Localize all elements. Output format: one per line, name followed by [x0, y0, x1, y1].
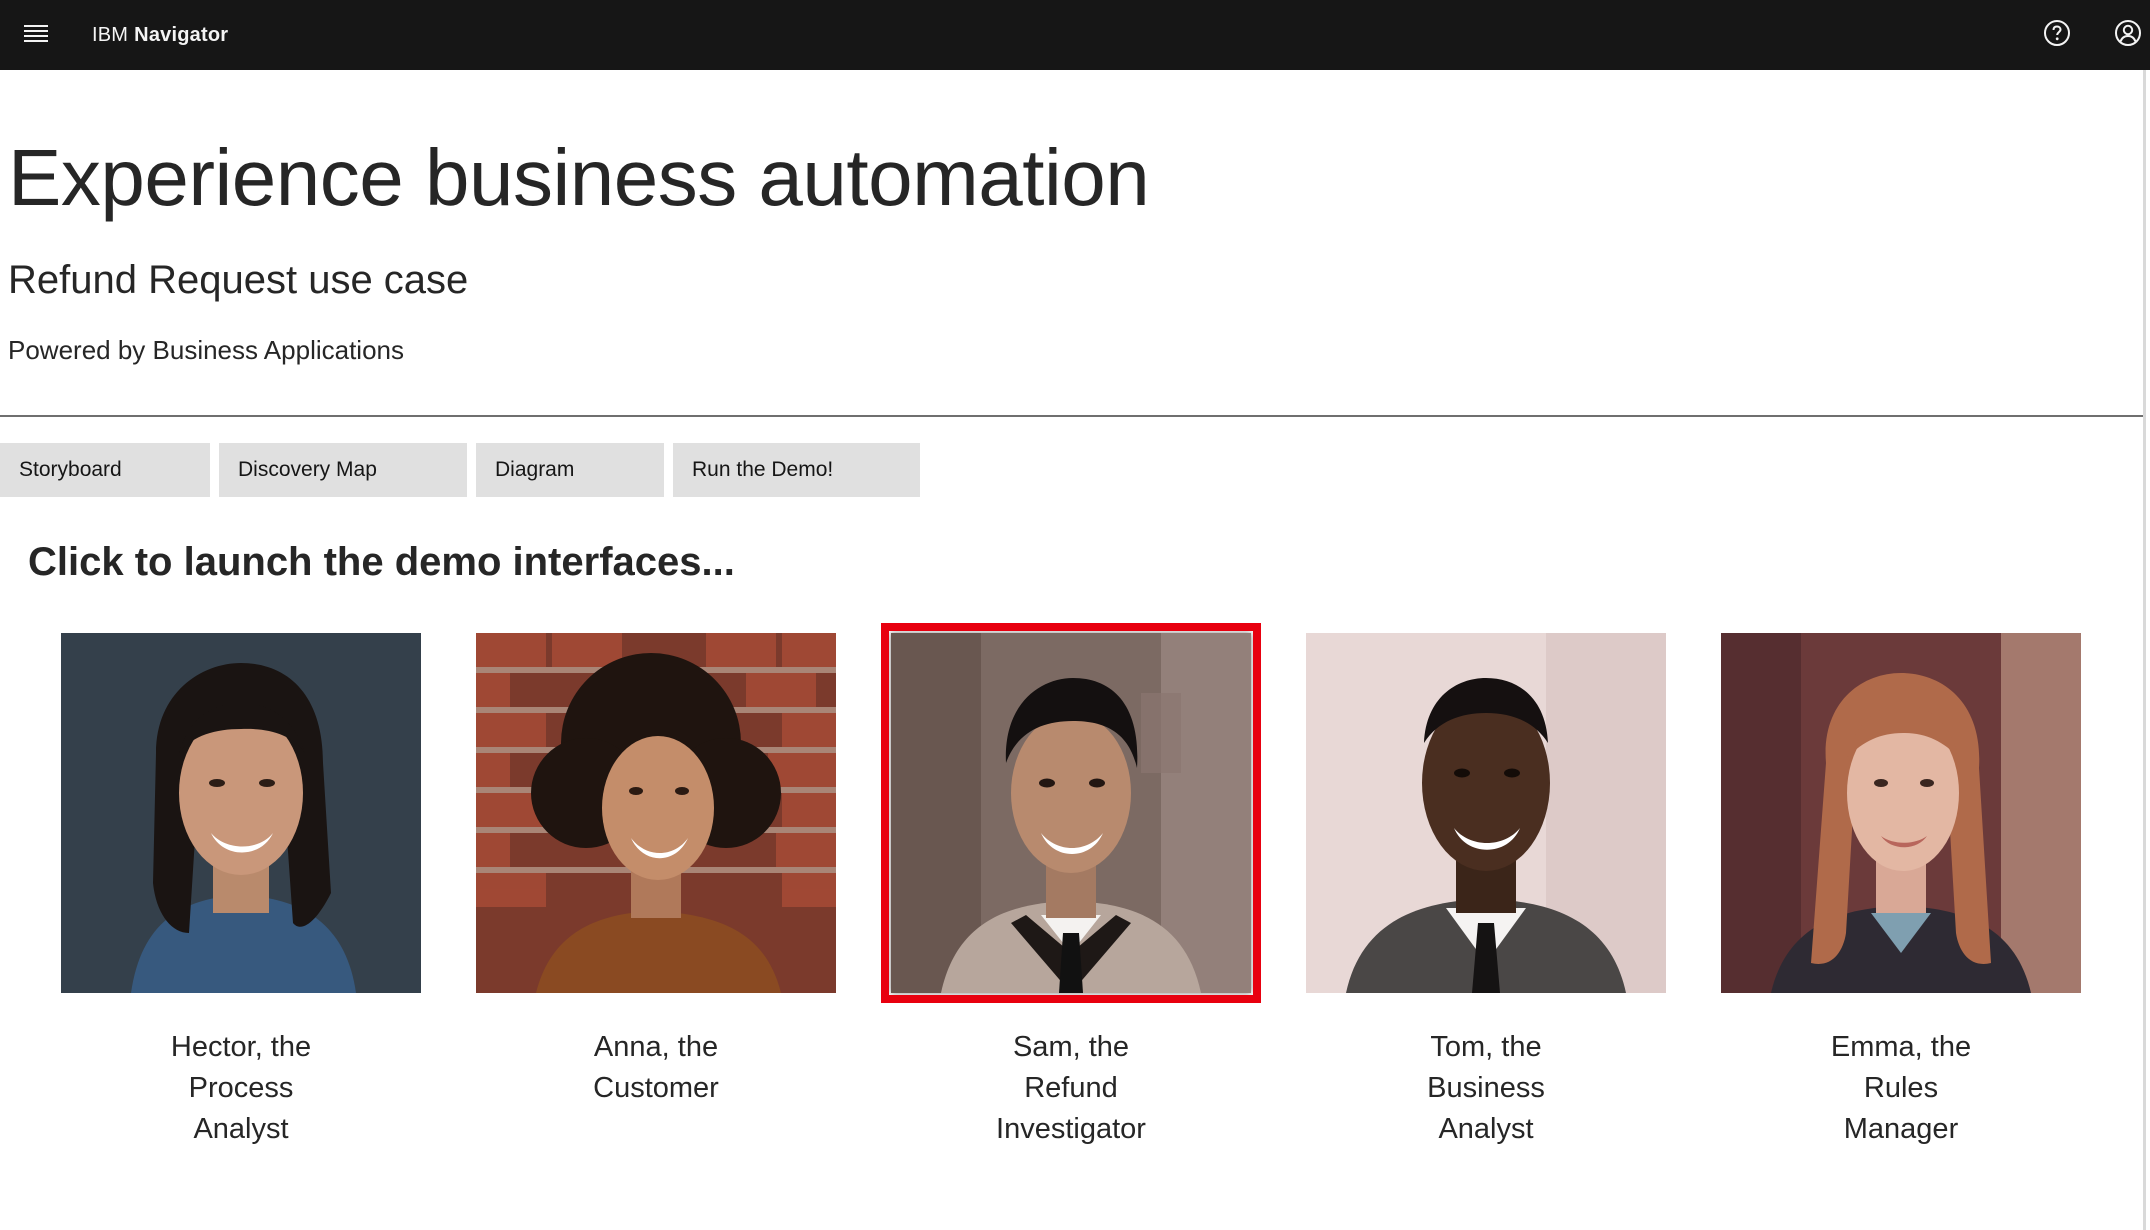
caption-line: Business — [1427, 1072, 1545, 1104]
page-subtitle: Refund Request use case — [8, 258, 469, 302]
brand-prefix: IBM — [92, 23, 129, 46]
user-icon — [2114, 19, 2142, 52]
caption-line: Emma, the — [1830, 1031, 1972, 1063]
user-profile-button[interactable] — [2108, 15, 2148, 55]
powered-by-text: Powered by Business Applications — [8, 335, 405, 365]
tab-discovery-map[interactable]: Discovery Map — [219, 443, 467, 497]
help-button[interactable] — [2037, 15, 2077, 55]
caption-line: Anna, the — [593, 1031, 719, 1063]
persona-hector[interactable]: Hector, the Process Analyst — [61, 633, 421, 1150]
portrait-anna[interactable] — [476, 633, 836, 993]
caption-line: Analyst — [193, 1113, 289, 1145]
portrait-sam[interactable] — [891, 633, 1251, 993]
page-scrollbar[interactable] — [2143, 70, 2146, 1230]
persona-tom[interactable]: Tom, the Business Analyst — [1306, 633, 1666, 1150]
persona-caption: Sam, the Refund Investigator — [891, 1027, 1251, 1150]
portrait-hector[interactable] — [61, 633, 421, 993]
caption-line: Process — [188, 1072, 294, 1104]
tab-storyboard[interactable]: Storyboard — [0, 443, 210, 497]
brand-name[interactable]: IBM Navigator — [92, 0, 228, 70]
menu-button[interactable] — [16, 15, 56, 55]
caption-line: Customer — [593, 1072, 719, 1104]
persona-caption: Tom, the Business Analyst — [1306, 1027, 1666, 1150]
caption-line: Refund — [1024, 1072, 1118, 1104]
persona-emma[interactable]: Emma, the Rules Manager — [1721, 633, 2081, 1150]
caption-line: Manager — [1843, 1113, 1959, 1145]
portrait-tom[interactable] — [1306, 633, 1666, 993]
caption-line: Analyst — [1438, 1113, 1534, 1145]
caption-line: Tom, the — [1430, 1031, 1542, 1063]
section-divider — [0, 415, 2143, 417]
brand-product: Navigator — [134, 23, 229, 46]
persona-caption: Emma, the Rules Manager — [1721, 1027, 2081, 1150]
caption-line: Investigator — [996, 1113, 1146, 1145]
caption-line: Hector, the — [170, 1031, 312, 1063]
caption-line: Rules — [1863, 1072, 1939, 1104]
caption-line: Sam, the — [1012, 1031, 1130, 1063]
persona-caption: Anna, the Customer — [476, 1027, 836, 1109]
menu-icon — [24, 23, 48, 48]
help-icon — [2043, 19, 2071, 52]
top-nav-bar: IBM Navigator — [0, 0, 2150, 70]
persona-anna[interactable]: Anna, the Customer — [476, 633, 836, 1109]
persona-caption: Hector, the Process Analyst — [61, 1027, 421, 1150]
page-title: Experience business automation — [8, 133, 1150, 222]
tab-diagram[interactable]: Diagram — [476, 443, 664, 497]
persona-sam[interactable]: Sam, the Refund Investigator — [881, 623, 1261, 1150]
portrait-emma[interactable] — [1721, 633, 2081, 993]
launch-heading: Click to launch the demo interfaces... — [28, 540, 735, 584]
tab-run-the-demo[interactable]: Run the Demo! — [673, 443, 920, 497]
